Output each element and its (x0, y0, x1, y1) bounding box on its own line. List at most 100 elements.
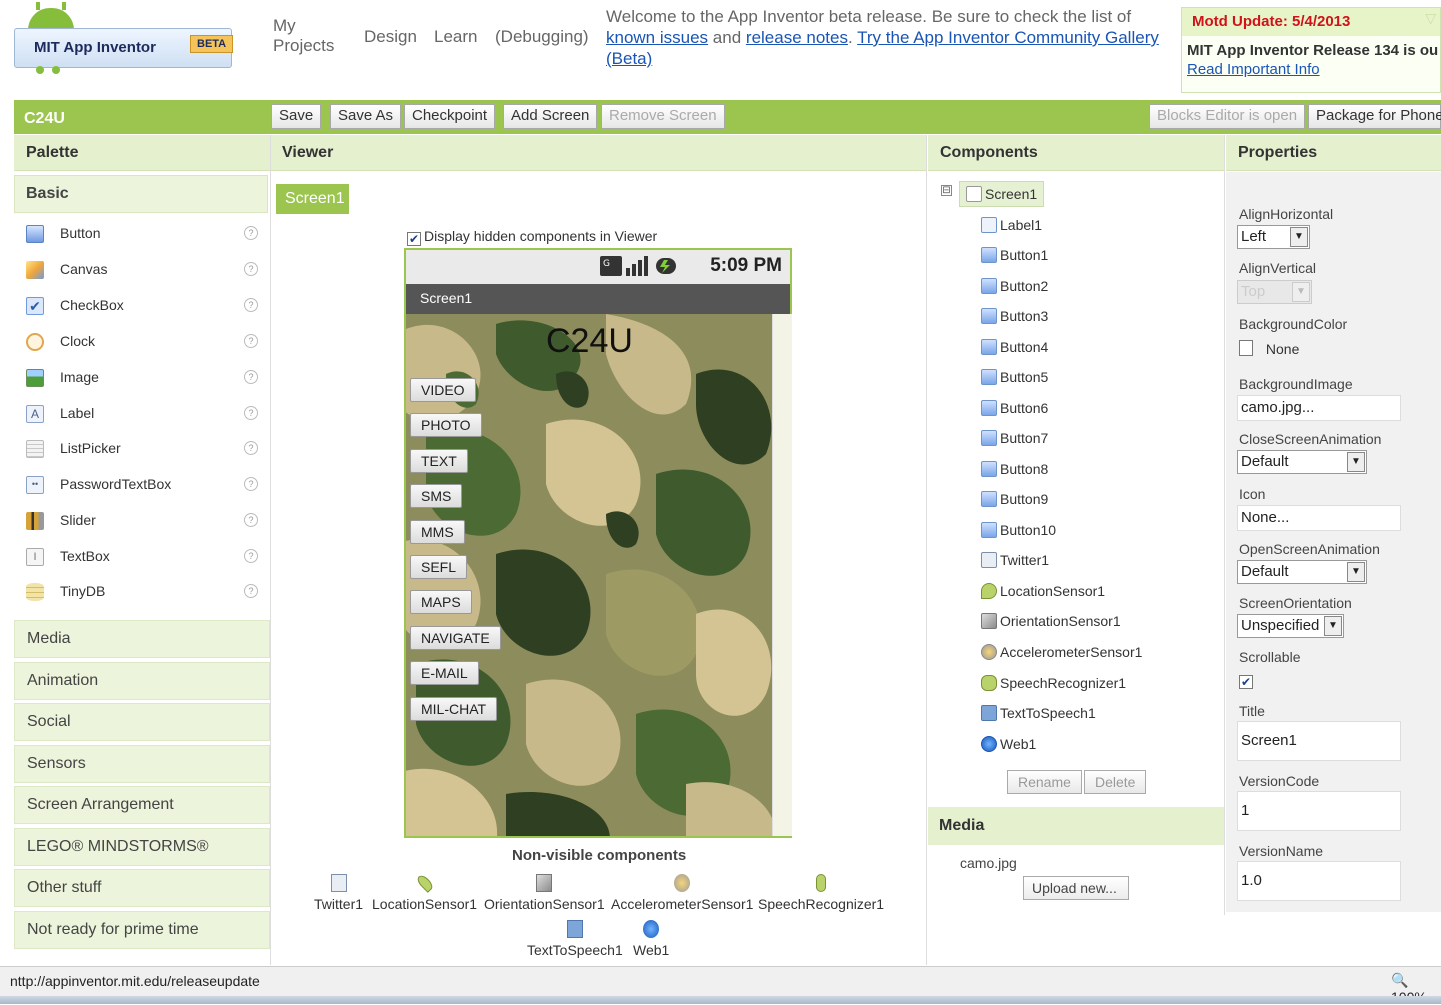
help-icon[interactable]: ? (244, 226, 258, 240)
palette-item-canvas[interactable]: Canvas ? (26, 259, 258, 283)
phone-button-mil-chat[interactable]: MIL-CHAT (410, 697, 498, 721)
package-for-phone-button[interactable]: Package for Phone (1308, 104, 1441, 129)
backgroundimage-field[interactable]: camo.jpg... (1237, 395, 1401, 421)
help-icon[interactable]: ? (244, 513, 258, 527)
tree-node-button5[interactable]: Button5 (981, 369, 1048, 385)
tree-node-orientationsensor1[interactable]: OrientationSensor1 (981, 613, 1121, 629)
tree-node-button3[interactable]: Button3 (981, 308, 1048, 324)
palette-category-social[interactable]: Social (14, 703, 270, 741)
blocks-editor-button[interactable]: Blocks Editor is open (1149, 104, 1306, 129)
palette-category-media[interactable]: Media (14, 620, 270, 658)
nonvisible-twitter1[interactable]: Twitter1 (314, 874, 363, 912)
palette-item-textbox[interactable]: I TextBox ? (26, 546, 258, 570)
nav-design[interactable]: Design (364, 27, 417, 47)
versionname-field[interactable]: 1.0 (1237, 861, 1401, 901)
tree-node-button6[interactable]: Button6 (981, 400, 1048, 416)
openscreenanimation-select[interactable]: Default ▼ (1237, 560, 1367, 584)
palette-item-passwordtextbox[interactable]: •• PasswordTextBox ? (26, 474, 258, 498)
phone-button-sms[interactable]: SMS (410, 484, 463, 508)
phone-button-video[interactable]: VIDEO (410, 378, 476, 402)
nonvisible-locationsensor1[interactable]: LocationSensor1 (372, 873, 477, 912)
dropdown-arrow-icon[interactable]: ▼ (1347, 562, 1365, 582)
phone-button-navigate[interactable]: NAVIGATE (410, 626, 501, 650)
phone-button-text[interactable]: TEXT (410, 449, 468, 473)
release-notes-link[interactable]: release notes (746, 28, 848, 47)
nonvisible-web1[interactable]: Web1 (633, 920, 669, 958)
tree-node-screen1[interactable]: Screen1 (959, 181, 1045, 207)
palette-item-button[interactable]: Button ? (26, 223, 258, 247)
tree-node-speechrecognizer1[interactable]: SpeechRecognizer1 (981, 675, 1126, 691)
help-icon[interactable]: ? (244, 334, 258, 348)
tree-node-button8[interactable]: Button8 (981, 461, 1048, 477)
checkbox-checked-icon[interactable]: ✔ (1239, 675, 1253, 689)
palette-item-slider[interactable]: Slider ? (26, 510, 258, 534)
tree-node-accelerometersensor1[interactable]: AccelerometerSensor1 (981, 644, 1142, 660)
palette-category-other-stuff[interactable]: Other stuff (14, 869, 270, 907)
tree-node-button4[interactable]: Button4 (981, 339, 1048, 355)
palette-item-image[interactable]: Image ? (26, 367, 258, 391)
versioncode-field[interactable]: 1 (1237, 791, 1401, 831)
nonvisible-texttospeech1[interactable]: TextToSpeech1 (527, 920, 623, 958)
nav-debugging[interactable]: (Debugging) (495, 27, 589, 47)
color-swatch-icon[interactable] (1239, 340, 1253, 356)
remove-screen-button[interactable]: Remove Screen (601, 104, 725, 129)
screenorientation-select[interactable]: Unspecified ▼ (1237, 614, 1344, 638)
help-icon[interactable]: ? (244, 298, 258, 312)
phone-button-sefl[interactable]: SEFL (410, 555, 468, 579)
tree-node-twitter1[interactable]: Twitter1 (981, 552, 1049, 568)
dropdown-arrow-icon[interactable]: ▼ (1324, 616, 1342, 636)
tree-node-button1[interactable]: Button1 (981, 247, 1048, 263)
scrollable-checkbox[interactable]: ✔ (1239, 671, 1256, 689)
dropdown-arrow-icon[interactable]: ▼ (1347, 452, 1365, 472)
nav-my-projects[interactable]: My Projects (273, 16, 334, 56)
palette-item-checkbox[interactable]: ✔ CheckBox ? (26, 295, 258, 319)
help-icon[interactable]: ? (244, 262, 258, 276)
palette-category-screen-arrangement[interactable]: Screen Arrangement (14, 786, 270, 824)
tree-node-web1[interactable]: Web1 (981, 736, 1036, 752)
tree-node-button2[interactable]: Button2 (981, 278, 1048, 294)
closescreenanimation-select[interactable]: Default ▼ (1237, 450, 1367, 474)
tree-node-button10[interactable]: Button10 (981, 522, 1056, 538)
palette-item-tinydb[interactable]: TinyDB ? (26, 581, 258, 605)
help-icon[interactable]: ? (244, 477, 258, 491)
palette-item-listpicker[interactable]: ListPicker ? (26, 438, 258, 462)
palette-category-basic[interactable]: Basic (14, 175, 268, 213)
checkbox-checked-icon[interactable]: ✔ (407, 232, 421, 246)
help-icon[interactable]: ? (244, 406, 258, 420)
nonvisible-orientationsensor1[interactable]: OrientationSensor1 (484, 874, 605, 912)
tree-node-label1[interactable]: Label1 (981, 217, 1042, 233)
palette-category-animation[interactable]: Animation (14, 662, 270, 700)
upload-new-button[interactable]: Upload new... (1023, 876, 1129, 900)
help-icon[interactable]: ? (244, 370, 258, 384)
collapse-toggle-icon[interactable]: ⊟ (941, 185, 952, 196)
app-title-label[interactable]: C24U (546, 322, 633, 361)
palette-category-not-ready[interactable]: Not ready for prime time (14, 911, 270, 949)
app-inventor-logo[interactable]: MIT App Inventor BETA (14, 2, 234, 74)
dropdown-arrow-icon[interactable]: ▼ (1292, 282, 1310, 302)
nonvisible-speechrecognizer1[interactable]: SpeechRecognizer1 (758, 874, 884, 912)
tree-node-locationsensor1[interactable]: LocationSensor1 (981, 583, 1105, 599)
motd-read-info-link[interactable]: Read Important Info (1182, 61, 1440, 78)
screen-selector-tab[interactable]: Screen1 (276, 184, 349, 214)
title-field[interactable]: Screen1 (1237, 721, 1401, 761)
help-icon[interactable]: ? (244, 584, 258, 598)
alignvertical-select[interactable]: Top ▼ (1237, 280, 1312, 304)
checkpoint-button[interactable]: Checkpoint (404, 104, 496, 129)
phone-button-maps[interactable]: MAPS (410, 590, 472, 614)
tree-node-button7[interactable]: Button7 (981, 430, 1048, 446)
palette-item-clock[interactable]: Clock ? (26, 331, 258, 355)
delete-button[interactable]: Delete (1084, 770, 1147, 794)
alignhorizontal-select[interactable]: Left ▼ (1237, 225, 1310, 249)
palette-category-lego-mindstorms[interactable]: LEGO® MINDSTORMS® (14, 828, 270, 866)
help-icon[interactable]: ? (244, 549, 258, 563)
backgroundcolor-picker[interactable]: None (1239, 340, 1299, 357)
tree-node-texttospeech1[interactable]: TextToSpeech1 (981, 705, 1096, 721)
phone-button-photo[interactable]: PHOTO (410, 413, 482, 437)
phone-button-email[interactable]: E-MAIL (410, 661, 479, 685)
add-screen-button[interactable]: Add Screen (503, 104, 598, 129)
media-file-item[interactable]: camo.jpg (960, 855, 1017, 871)
tree-node-button9[interactable]: Button9 (981, 491, 1048, 507)
nav-learn[interactable]: Learn (434, 27, 477, 47)
display-hidden-checkbox[interactable]: ✔ Display hidden components in Viewer (407, 228, 657, 246)
dropdown-arrow-icon[interactable]: ▼ (1290, 227, 1308, 247)
